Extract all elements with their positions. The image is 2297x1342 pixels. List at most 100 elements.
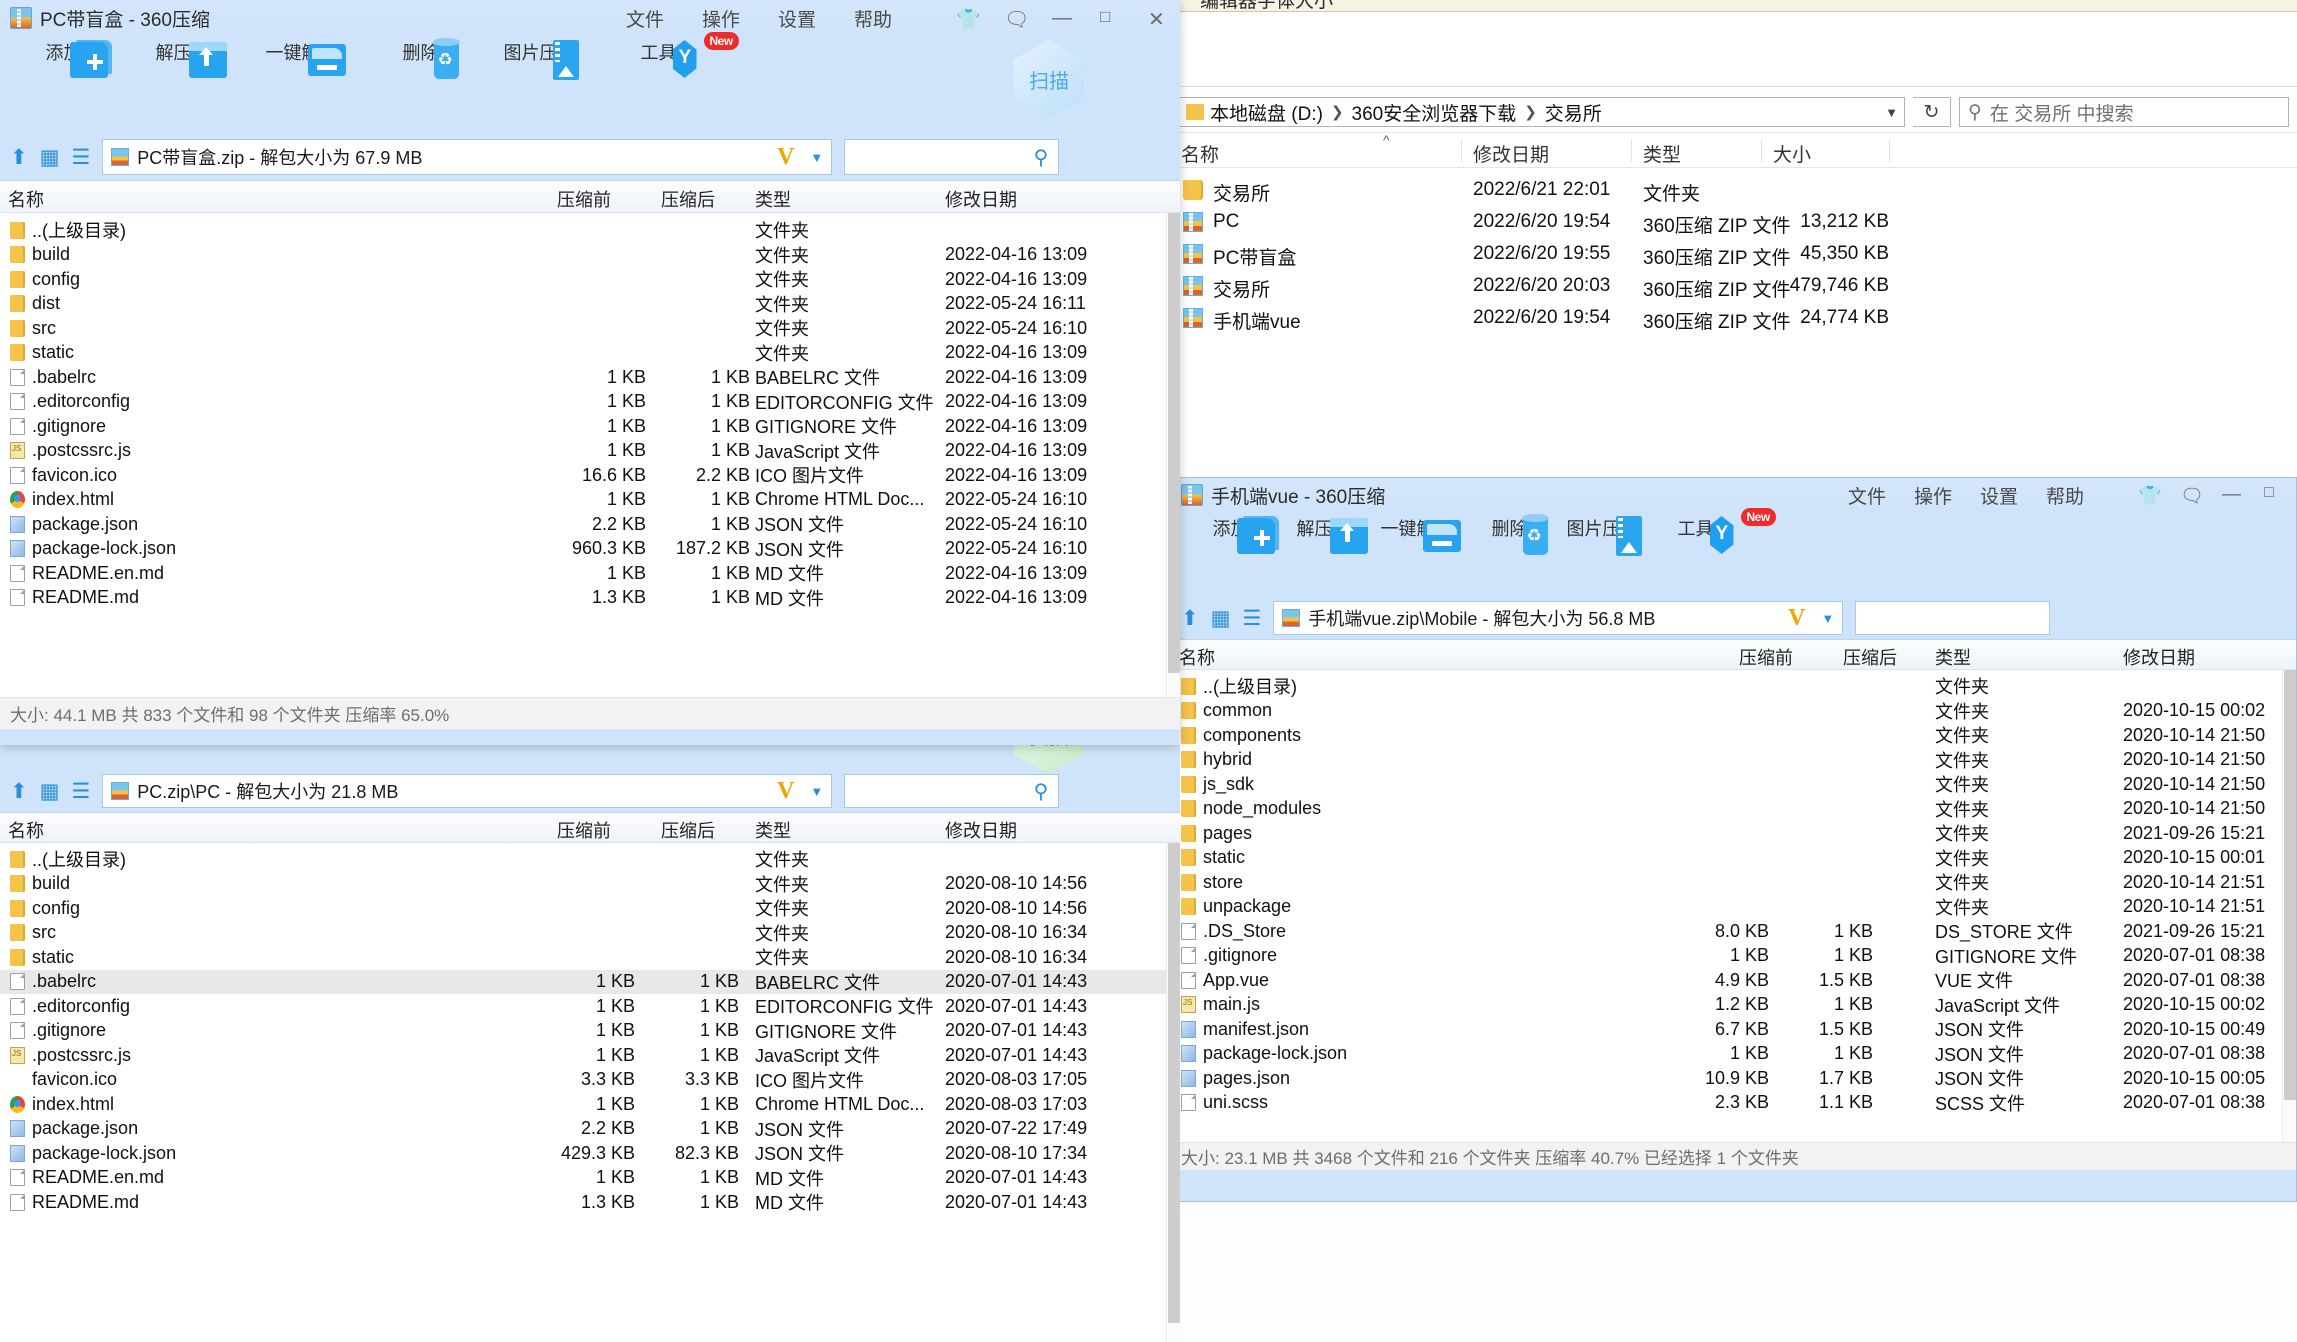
column-header-date[interactable]: 修改日期 [945,817,1017,843]
table-row[interactable]: node_modules 文件夹 2020-10-14 21:50 [1171,797,2296,822]
breadcrumb-segment-current[interactable]: 交易所 [1545,99,1602,126]
table-row[interactable]: .babelrc 1 KB 1 KB BABELRC 文件 2020-07-01 14:… [0,969,1180,994]
column-header-type[interactable]: 类型 [1643,140,1681,167]
table-row[interactable]: .DS_Store 8.0 KB 1 KB DS_STORE 文件 2021-09-26… [1171,919,2296,944]
table-row[interactable]: package.json 2.2 KB 1 KB JSON 文件 2020-07-22 … [0,1117,1180,1142]
column-header-after[interactable]: 压缩后 [661,817,715,843]
column-header-type[interactable]: 类型 [1935,644,1971,670]
archive-path-field[interactable]: 手机端vue.zip\Mobile - 解包大小为 56.8 MB V ▼ [1273,601,1844,635]
column-header-size[interactable]: 大小 [1773,140,1811,167]
vertical-scrollbar[interactable] [1166,213,1180,697]
breadcrumb-segment-downloads[interactable]: 360安全浏览器下载 [1352,99,1517,126]
table-row[interactable]: README.md 1.3 KB 1 KB MD 文件 2020-07-01 14:43 [0,1190,1180,1215]
toolbar-button-one-click-extract[interactable]: 一键解压 [260,36,346,76]
table-row[interactable]: .gitignore 1 KB 1 KB GITIGNORE 文件 2020-07-01… [0,1019,1180,1044]
table-row[interactable]: unpackage 文件夹 2020-10-14 21:51 [1171,895,2296,920]
scrollbar-thumb[interactable] [2284,670,2296,1100]
archive-path-field[interactable]: PC.zip\PC - 解包大小为 21.8 MB V ▼ [102,774,833,808]
menu-item-help[interactable]: 帮助 [854,5,892,32]
menu-item-file[interactable]: 文件 [626,5,664,32]
table-row[interactable]: ..(上级目录) 文件夹 [0,847,1180,872]
search-icon[interactable]: ⚲ [1034,145,1049,170]
virus-scan-icon[interactable]: V [1788,605,1805,632]
toolbar-button-extract-to[interactable]: 解压到 [1282,512,1368,554]
virus-scan-icon[interactable]: V [777,144,794,171]
feedback-icon[interactable]: 🗨 [1004,7,1029,31]
table-row[interactable]: package.json 2.2 KB 1 KB JSON 文件 2022-05-24 … [0,512,1180,537]
table-row[interactable]: README.en.md 1 KB 1 KB MD 文件 2022-04-16 13:0… [0,561,1180,586]
table-row[interactable]: src 文件夹 2022-05-24 16:10 [0,316,1180,341]
details-view-icon[interactable]: ▦ [40,779,60,804]
search-input[interactable]: ⚲ 在 交易所 中搜索 [1959,97,2289,127]
menu-item-file[interactable]: 文件 [1848,482,1886,509]
toolbar-button-add-folder[interactable]: 添加 [1189,512,1275,554]
table-row[interactable]: .postcssrc.js1 KB1 KBJavaScript 文件2022-0… [0,439,1180,464]
table-row[interactable]: main.js 1.2 KB 1 KB JavaScript 文件 2020-10-15… [1171,993,2296,1018]
archive-search-input[interactable]: ⚲ [844,139,1060,175]
table-row[interactable]: .gitignore 1 KB 1 KB GITIGNORE 文件 2020-07-01… [1171,944,2296,969]
table-row[interactable]: js_sdk 文件夹 2020-10-14 21:50 [1171,772,2296,797]
menu-item-operation[interactable]: 操作 [1914,482,1952,509]
chevron-down-icon[interactable]: ▼ [1821,611,1834,626]
search-icon[interactable]: ⚲ [1034,779,1049,804]
table-row[interactable]: package-lock.json 1 KB 1 KB JSON 文件 2020-07-… [1171,1042,2296,1067]
table-row[interactable]: static 文件夹 2020-10-15 00:01 [1171,846,2296,871]
table-row[interactable]: static 文件夹 2020-08-10 16:34 [0,945,1180,970]
table-row[interactable]: pages.json 10.9 KB 1.7 KB JSON 文件 2020-10-15… [1171,1066,2296,1091]
menu-item-help[interactable]: 帮助 [2046,482,2084,509]
table-row[interactable]: .gitignore 1 KB 1 KB GITIGNORE 文件 2022-04-16… [0,414,1180,439]
table-row[interactable]: favicon.ico 16.6 KB 2.2 KB ICO 图片文件 2022-04-… [0,463,1180,488]
table-row[interactable]: manifest.json 6.7 KB 1.5 KB JSON 文件 2020-10-… [1171,1017,2296,1042]
table-row[interactable]: hybrid 文件夹 2020-10-14 21:50 [1171,748,2296,773]
archive-path-field[interactable]: PC带盲盒.zip - 解包大小为 67.9 MB V ▼ [102,139,833,175]
skin-icon[interactable]: 👕 [956,7,981,31]
toolbar-button-one-click-extract[interactable]: 一键解压 [1375,512,1461,552]
list-item[interactable]: 交易所 2022/6/21 22:01 文件夹 [1171,174,2297,206]
toolbar-button-tools[interactable]: New工具 [617,32,739,78]
table-row[interactable]: .editorconfig 1 KB 1 KB EDITORCONFIG 文件 2022… [0,390,1180,415]
list-item[interactable]: PC 2022/6/20 19:54 360压缩 ZIP 文件 13,212 KB [1171,206,2297,238]
scrollbar-thumb[interactable] [1168,843,1180,1323]
feedback-icon[interactable]: 🗨 [2180,484,2204,507]
menu-item-settings[interactable]: 设置 [778,5,816,32]
table-row[interactable]: dist 文件夹 2022-05-24 16:11 [0,292,1180,317]
table-row[interactable]: .editorconfig 1 KB 1 KB EDITORCONFIG 文件 2020… [0,994,1180,1019]
toolbar-button-tools[interactable]: New工具 [1654,508,1776,554]
table-row[interactable]: .babelrc 1 KB 1 KB BABELRC 文件 2022-04-16 13:… [0,365,1180,390]
column-header-date[interactable]: 修改日期 [1473,140,1549,167]
up-directory-icon[interactable]: ⬆ [1181,606,1199,631]
table-row[interactable]: README.en.md 1 KB 1 KB MD 文件 2020-07-01 14:4… [0,1166,1180,1191]
vertical-scrollbar[interactable] [2282,670,2296,1142]
column-header-name[interactable]: 名称 [8,817,44,843]
archive-search-input[interactable]: ⚲ [844,774,1060,808]
table-row[interactable]: ..(上级目录) 文件夹 [1171,674,2296,699]
toolbar-button-image-compress[interactable]: 图片压缩 [498,36,581,80]
scrollbar-thumb[interactable] [1168,213,1180,673]
minimize-button[interactable]: — [1052,7,1074,29]
table-row[interactable]: build 文件夹 2020-08-10 14:56 [0,872,1180,897]
menu-item-operation[interactable]: 操作 [702,5,740,32]
table-row[interactable]: package-lock.json 960.3 KB 187.2 KB JSON 文件… [0,537,1180,562]
breadcrumb[interactable]: 本地磁盘 (D:) ❯ 360安全浏览器下载 ❯ 交易所 ▼ [1179,97,1905,127]
toolbar-button-trash[interactable]: 删除 [1468,512,1551,555]
column-header-type[interactable]: 类型 [755,817,791,843]
column-header-after[interactable]: 压缩后 [661,186,715,212]
column-header-name[interactable]: 名称 [8,186,44,212]
table-row[interactable]: common 文件夹 2020-10-15 00:02 [1171,699,2296,724]
column-header-type[interactable]: 类型 [755,186,791,212]
maximize-button[interactable]: □ [1100,7,1122,29]
details-view-icon[interactable]: ▦ [1211,606,1231,631]
minimize-button[interactable]: — [2222,484,2244,506]
details-view-icon[interactable]: ▦ [40,145,60,170]
column-header-date[interactable]: 修改日期 [2123,644,2195,670]
chevron-down-icon[interactable]: ▼ [1885,105,1898,120]
column-header-before[interactable]: 压缩前 [557,186,611,212]
table-row[interactable]: index.html 1 KB 1 KB Chrome HTML Doc... 2022… [0,488,1180,513]
refresh-button[interactable]: ↻ [1913,97,1951,127]
menu-item-settings[interactable]: 设置 [1980,482,2018,509]
breadcrumb-segment-drive[interactable]: 本地磁盘 (D:) [1210,99,1323,126]
table-row[interactable]: ..(上级目录) 文件夹 [0,218,1180,243]
list-item[interactable]: PC带盲盒 2022/6/20 19:55 360压缩 ZIP 文件 45,350 K… [1171,238,2297,270]
chevron-down-icon[interactable]: ▼ [810,784,823,799]
table-row[interactable]: config 文件夹 2020-08-10 14:56 [0,896,1180,921]
